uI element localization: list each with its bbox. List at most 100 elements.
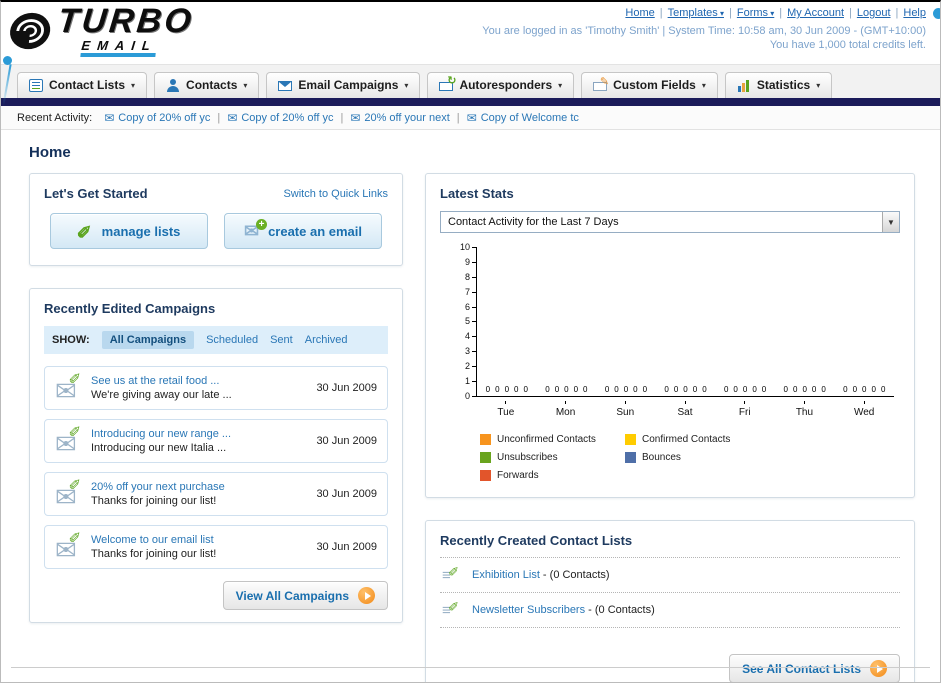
manage-lists-button[interactable]: manage lists: [50, 213, 208, 249]
x-tick-label: Mon: [536, 401, 596, 418]
custom-fields-icon: [593, 75, 609, 91]
top-link-templates[interactable]: Templates ▾: [668, 7, 724, 19]
contacts-icon: [166, 78, 180, 92]
campaign-envelope-pencil-icon: [55, 479, 91, 513]
logo-text: TURBO EMAIL: [54, 2, 196, 57]
header-right: Home | Templates ▾ | Forms ▾ | My Account | Logo…: [482, 7, 926, 51]
campaign-date: 30 Jun 2009: [316, 541, 377, 553]
legend-swatch: [625, 434, 636, 445]
chevron-down-icon: ▼: [882, 212, 899, 232]
campaign-title-link[interactable]: Welcome to our email list: [91, 534, 305, 546]
switch-quick-links-link[interactable]: Switch to Quick Links: [283, 188, 388, 200]
chart-value: 0: [642, 385, 648, 394]
chart-value: 0: [742, 385, 748, 394]
chart-value: 0: [664, 385, 669, 394]
y-tick-label: 4: [465, 332, 476, 341]
contact-activity-chart: 10 9 8 7 6 5 4 3 2 1 0 000000000000000000000000000…: [454, 243, 894, 401]
nav-divider-bar: [1, 98, 940, 106]
x-tick-label: Sun: [595, 401, 655, 418]
recent-activity-link[interactable]: ✉ Copy of Welcome tc: [467, 111, 579, 125]
link-separator: |: [849, 7, 852, 19]
campaign-title-link[interactable]: 20% off your next purchase: [91, 481, 305, 493]
chart-value: 0: [793, 385, 798, 394]
tab-email-campaigns[interactable]: Email Campaigns ▾: [266, 72, 421, 98]
campaign-texts: Introducing our new range ... Introducing…: [91, 428, 305, 454]
y-tick-label: 5: [465, 317, 476, 326]
campaign-title-link[interactable]: See us at the retail food ...: [91, 375, 305, 387]
chart-value: 0: [862, 385, 867, 394]
recent-activity-link[interactable]: ✉ Copy of 20% off yc: [227, 111, 333, 125]
campaign-row[interactable]: Introducing our new range ... Introducing…: [44, 419, 388, 463]
campaign-texts: See us at the retail food ... We're givin…: [91, 375, 305, 401]
contact-list-text: Newsletter Subscribers - (0 Contacts): [472, 604, 655, 616]
tab-contacts[interactable]: Contacts ▾: [154, 72, 260, 98]
campaign-date: 30 Jun 2009: [316, 435, 377, 447]
x-tick-label: Tue: [476, 401, 536, 418]
campaign-row[interactable]: See us at the retail food ... We're givin…: [44, 366, 388, 410]
top-link-help[interactable]: Help: [903, 7, 926, 19]
chart-value: 0: [821, 385, 826, 394]
contact-list-row[interactable]: Newsletter Subscribers - (0 Contacts): [440, 593, 900, 628]
email-campaigns-icon: [278, 81, 293, 91]
chart-plot: 00000000000000000000000000000000000: [476, 247, 894, 397]
legend-label: Confirmed Contacts: [642, 434, 731, 445]
tab-label: Contacts: [186, 78, 238, 92]
arrow-right-icon: [870, 660, 887, 677]
campaign-row[interactable]: 20% off your next purchase Thanks for joi…: [44, 472, 388, 516]
legend-swatch: [480, 470, 491, 481]
top-link-home[interactable]: Home: [625, 7, 654, 19]
chevron-down-icon: ▾: [404, 80, 409, 90]
campaign-button-row: View All Campaigns: [44, 581, 388, 610]
tab-label: Email Campaigns: [298, 78, 399, 92]
app-logo: TURBO EMAIL: [6, 2, 196, 57]
recent-activity-text: Copy of 20% off yc: [118, 111, 211, 124]
link-separator: |: [779, 7, 783, 19]
campaign-subtitle: Thanks for joining our list!: [91, 495, 217, 507]
legend-item: Unconfirmed Contacts: [480, 434, 625, 445]
envelope-icon: ✉: [227, 110, 238, 125]
envelope-plus-icon: [244, 218, 268, 242]
recent-activity-label: Recent Activity:: [17, 111, 93, 124]
campaign-row[interactable]: Welcome to our email list Thanks for join…: [44, 525, 388, 569]
tab-label: Statistics: [756, 78, 811, 92]
filter-all-campaigns[interactable]: All Campaigns: [101, 331, 195, 349]
tab-autoresponders[interactable]: Autoresponders ▾: [427, 72, 575, 98]
recent-activity-link[interactable]: ✉ 20% off your next: [350, 111, 449, 125]
tab-custom-fields[interactable]: Custom Fields ▾: [581, 72, 718, 98]
see-all-contact-lists-button[interactable]: See All Contact Lists: [729, 654, 900, 682]
campaign-title-link[interactable]: Introducing our new range ...: [91, 428, 305, 440]
link-separator: |: [217, 111, 221, 124]
chart-value-group: 00000: [537, 385, 597, 396]
contact-list-link[interactable]: Newsletter Subscribers: [472, 604, 585, 616]
top-link-forms[interactable]: Forms ▾: [737, 7, 774, 19]
latest-stats-title: Latest Stats: [440, 186, 514, 201]
create-email-button[interactable]: create an email: [224, 213, 382, 249]
stats-period-select[interactable]: Contact Activity for the Last 7 Days ▼: [440, 211, 900, 233]
y-tick-label: 8: [465, 272, 476, 282]
tab-statistics[interactable]: Statistics ▾: [724, 72, 833, 98]
recent-activity-link[interactable]: ✉ Copy of 20% off yc: [104, 111, 210, 125]
filter-sent[interactable]: Sent: [270, 334, 293, 346]
recent-activity-text: 20% off your next: [364, 111, 450, 124]
filter-archived[interactable]: Archived: [305, 334, 348, 346]
link-separator: |: [895, 7, 899, 19]
chart-value-group: 00000: [596, 385, 656, 396]
contact-list-row[interactable]: Exhibition List - (0 Contacts): [440, 558, 900, 593]
tab-contact-lists[interactable]: Contact Lists ▾: [17, 72, 148, 98]
contact-list-link[interactable]: Exhibition List: [472, 569, 540, 581]
chart-value: 0: [811, 385, 817, 394]
legend-item: Forwards: [480, 470, 625, 481]
filter-scheduled[interactable]: Scheduled: [206, 334, 258, 346]
tab-label: Contact Lists: [49, 78, 126, 92]
chart-value: 0: [752, 385, 757, 394]
view-all-campaigns-button[interactable]: View All Campaigns: [222, 581, 388, 610]
legend-swatch: [625, 452, 636, 463]
top-link-my-account[interactable]: My Account: [787, 7, 844, 19]
chart-value: 0: [802, 385, 807, 394]
chart-value: 0: [783, 385, 788, 394]
x-tick-label: Wed: [834, 401, 894, 418]
legend-item: Unsubscribes: [480, 452, 625, 463]
chart-value: 0: [852, 385, 858, 394]
top-link-logout[interactable]: Logout: [857, 7, 891, 19]
see-all-contact-lists-label: See All Contact Lists: [742, 661, 861, 676]
